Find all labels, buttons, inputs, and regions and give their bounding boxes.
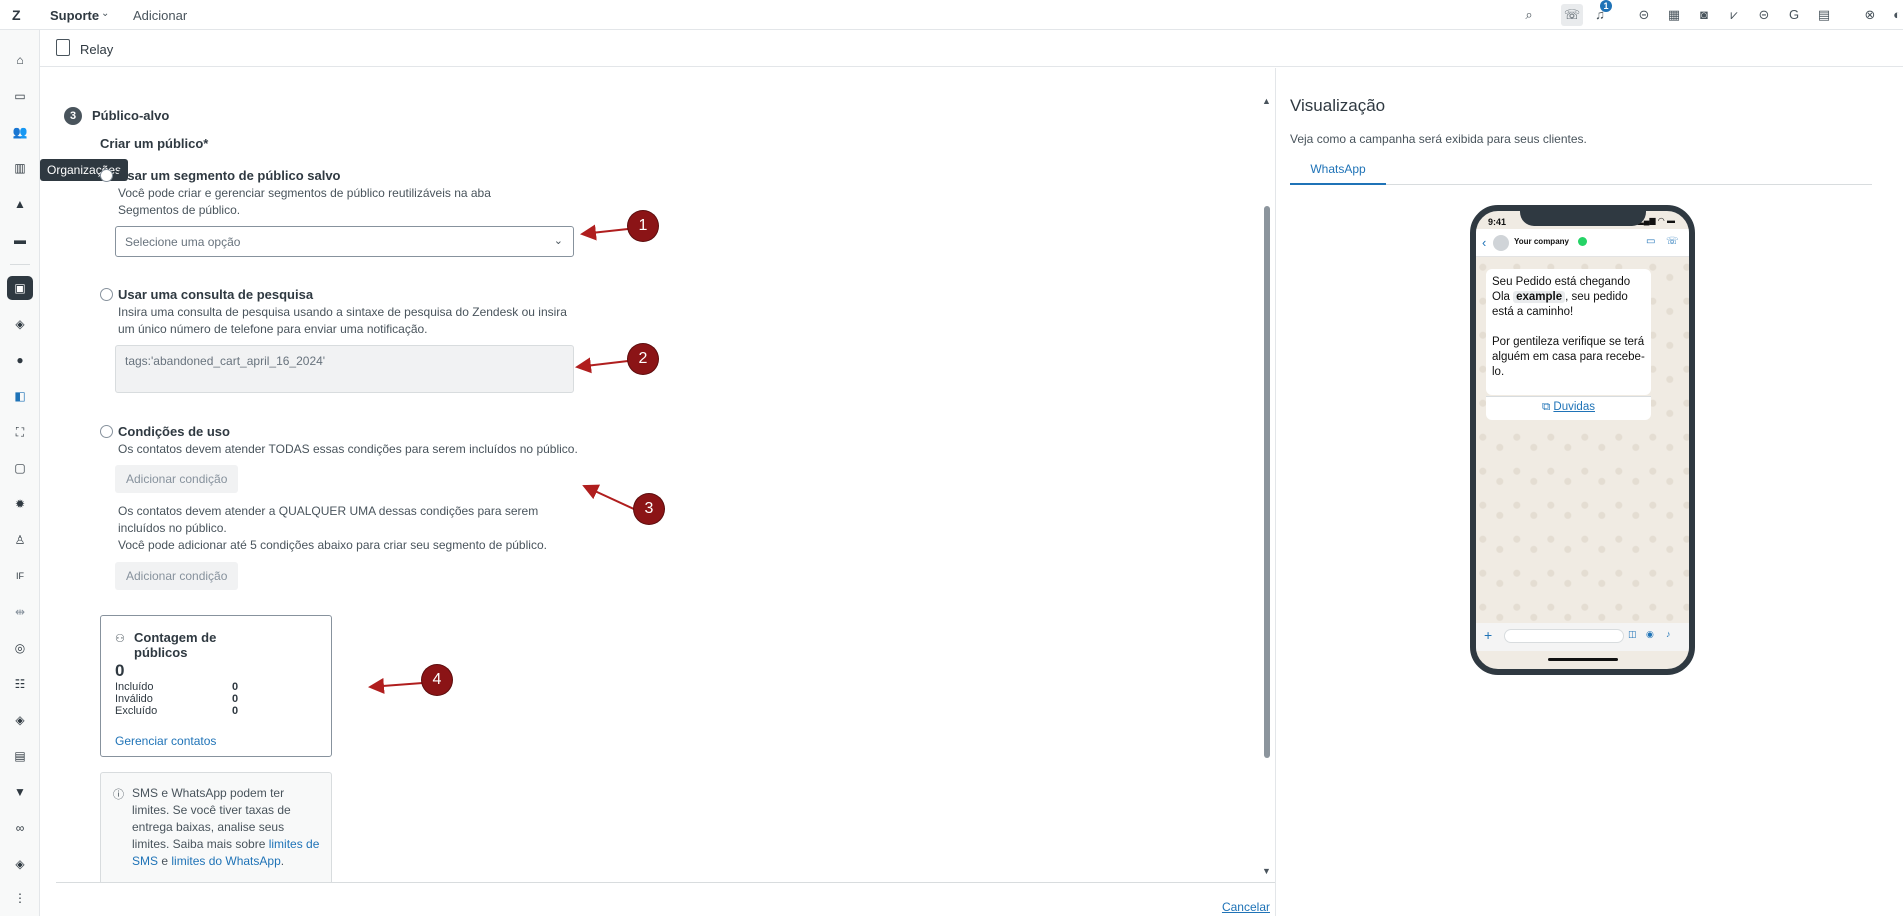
app-title: Relay bbox=[80, 42, 114, 57]
video-call-icon: ▭ bbox=[1646, 236, 1656, 247]
graduation-icon[interactable]: ▼ bbox=[12, 784, 28, 800]
phone-icon[interactable]: ☏ bbox=[1561, 4, 1583, 26]
preview-panel: Visualização Veja como a campanha será e… bbox=[1276, 68, 1903, 916]
app-icon-3[interactable]: ◙ bbox=[1696, 7, 1712, 23]
team-icon[interactable]: ☷ bbox=[12, 676, 28, 692]
app-header: Relay bbox=[40, 30, 1903, 67]
home-icon[interactable]: ⌂ bbox=[12, 52, 28, 68]
preview-subtitle: Veja como a campanha será exibida para s… bbox=[1290, 132, 1587, 146]
limits-info-text: SMS e WhatsApp podem ter limites. Se voc… bbox=[132, 786, 320, 868]
chat-header: ‹ Your company ▭ ☏ bbox=[1476, 229, 1689, 257]
whatsapp-limits-link[interactable]: limites do WhatsApp bbox=[171, 854, 280, 868]
product-switcher[interactable]: Suporte bbox=[50, 8, 99, 23]
app-icon-5[interactable]: ⊝ bbox=[1756, 7, 1772, 23]
agent-icon[interactable]: ♙ bbox=[12, 532, 28, 548]
back-icon: ‹ bbox=[1482, 235, 1487, 250]
chat-input-field bbox=[1504, 629, 1624, 643]
left-rail: ⌂ ▭ 👥 ▥ ▲ ▬ ▣ ◈ ● ◧ ⛶ ▢ ✹ ♙ IF ⇹ ◎ ☷ ◈ ▤… bbox=[0, 30, 40, 916]
phone-call-icon: ☏ bbox=[1666, 236, 1679, 247]
zendesk-logo-icon[interactable]: Z bbox=[12, 7, 21, 23]
archive-icon[interactable]: ▬ bbox=[12, 232, 28, 248]
dot-icon[interactable]: ● bbox=[12, 352, 28, 368]
package-icon[interactable]: ◈ bbox=[12, 712, 28, 728]
app-icon-4[interactable]: ⩗ bbox=[1726, 7, 1742, 23]
camera-app-icon[interactable]: ◎ bbox=[12, 640, 28, 656]
scroll-up-arrow[interactable]: ▲ bbox=[1262, 96, 1271, 106]
chevron-down-icon[interactable]: ⌄ bbox=[101, 8, 109, 19]
company-name: Your company bbox=[1514, 237, 1569, 246]
preview-title: Visualização bbox=[1290, 96, 1386, 115]
scroll-down-arrow[interactable]: ▼ bbox=[1262, 866, 1271, 876]
cancel-button[interactable]: Cancelar bbox=[1222, 900, 1270, 914]
box-icon[interactable]: ◈ bbox=[12, 316, 28, 332]
audience-form: 3 Público-alvo Criar um público* Usar um… bbox=[56, 68, 1275, 882]
binoculars-icon[interactable]: ⛶ bbox=[12, 424, 28, 440]
top-bar: Z Suporte ⌄ Adicionar ⌕ ☏ ♫ 1 ⊝ ▦ ◙ ⩗ ⊝ … bbox=[0, 0, 1903, 30]
app-icon-6[interactable]: G bbox=[1786, 7, 1802, 23]
mic-icon: ♪ bbox=[1666, 629, 1671, 639]
chat-icon[interactable]: ▢ bbox=[12, 460, 28, 476]
objects-icon[interactable]: ▲ bbox=[12, 196, 28, 212]
message-variable: example bbox=[1513, 291, 1566, 303]
chart-app-icon[interactable]: ◧ bbox=[12, 388, 28, 404]
verified-icon bbox=[1578, 237, 1587, 246]
search-icon[interactable]: ⌕ bbox=[1521, 7, 1537, 23]
message-line-1: Seu Pedido está chegando bbox=[1492, 276, 1631, 288]
message-line-3: Por gentileza verifique se terá alguém e… bbox=[1492, 336, 1645, 378]
relay-app-icon[interactable]: ▣ bbox=[7, 276, 33, 300]
organizations-icon[interactable]: ▥ bbox=[12, 160, 28, 176]
notification-badge: 1 bbox=[1600, 0, 1612, 12]
phone-mockup: 9:41 ▂▄▆ ◠ ▬ ‹ Your company ▭ ☏ Seu Pedi… bbox=[1470, 205, 1695, 675]
sun-icon[interactable]: ✹ bbox=[12, 496, 28, 512]
help-icon[interactable]: ⊗ bbox=[1862, 7, 1878, 23]
message-cta-button: ⧉ Duvidas bbox=[1486, 396, 1651, 420]
calendar-icon[interactable]: ▤ bbox=[1816, 7, 1832, 23]
annotation-marker-2: 2 bbox=[628, 344, 658, 374]
sticker-icon: ◫ bbox=[1628, 629, 1637, 639]
link-icon[interactable]: ∞ bbox=[12, 820, 28, 836]
chat-input-bar: + ◫ ◉ ♪ bbox=[1476, 623, 1689, 651]
info-icon: ⓘ bbox=[113, 789, 124, 801]
annotation-arrows bbox=[368, 224, 637, 694]
phone-time: 9:41 bbox=[1488, 217, 1507, 227]
annotation-marker-1: 1 bbox=[628, 211, 658, 241]
limits-info-box: ⓘ SMS e WhatsApp podem ter limites. Se v… bbox=[100, 772, 332, 882]
company-avatar bbox=[1493, 235, 1509, 251]
relay-icon bbox=[56, 39, 70, 56]
cube-icon[interactable]: ◈ bbox=[12, 856, 28, 872]
message-bubble: Seu Pedido está chegando Ola example, se… bbox=[1486, 269, 1651, 395]
tab-whatsapp[interactable]: WhatsApp bbox=[1290, 159, 1386, 185]
users-icon[interactable]: 👥 bbox=[12, 124, 28, 140]
calendar-app-icon[interactable]: ▤ bbox=[12, 748, 28, 764]
annotation-marker-4: 4 bbox=[422, 665, 452, 695]
message-line-2: Ola example, seu pedido está a caminho! bbox=[1492, 291, 1628, 318]
more-icon[interactable]: ⋮ bbox=[12, 890, 28, 906]
if-app-icon[interactable]: IF bbox=[12, 568, 28, 584]
app-icon-2[interactable]: ▦ bbox=[1666, 7, 1682, 23]
add-button[interactable]: Adicionar bbox=[133, 8, 187, 23]
avatar-icon[interactable]: ◐ bbox=[1889, 7, 1903, 23]
inbox-icon[interactable]: ▭ bbox=[12, 88, 28, 104]
app-icon-1[interactable]: ⊝ bbox=[1636, 7, 1652, 23]
form-footer: Cancelar bbox=[56, 882, 1275, 916]
plus-icon: + bbox=[1484, 627, 1493, 643]
arrows-icon[interactable]: ⇹ bbox=[12, 604, 28, 620]
phone-notch bbox=[1520, 211, 1646, 226]
annotation-marker-3: 3 bbox=[634, 494, 664, 524]
home-indicator bbox=[1548, 658, 1618, 661]
camera-icon: ◉ bbox=[1646, 629, 1654, 639]
form-scrollbar-thumb[interactable] bbox=[1264, 206, 1270, 758]
